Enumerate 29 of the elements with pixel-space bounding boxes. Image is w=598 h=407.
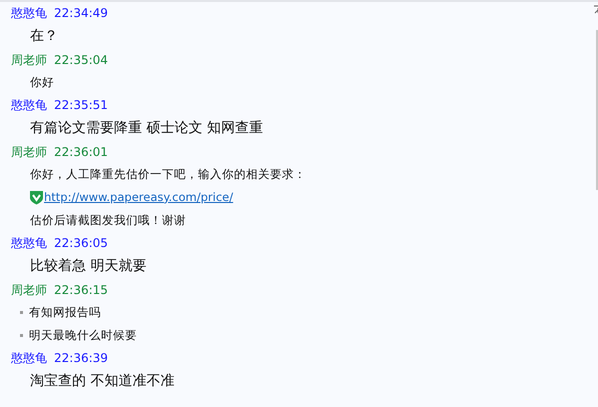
sender-name: 周老师 (11, 282, 47, 299)
message-time: 22:36:15 (54, 282, 108, 299)
message-time: 22:35:04 (54, 52, 108, 69)
message-text: 比较着急 明天就要 (30, 257, 146, 276)
message-time: 22:34:49 (54, 5, 108, 22)
message-text: 明天最晚什么时候要 (29, 326, 137, 344)
scrollbar[interactable] (596, 30, 598, 190)
bullet-icon (20, 334, 23, 337)
message-text: 在？ (30, 27, 58, 46)
sender-name: 憨憨龟 (11, 97, 47, 114)
message-text: 淘宝查的 不知道准不准 (30, 372, 174, 391)
message-text: 估价后请截图发我们哦！谢谢 (30, 212, 186, 229)
message-time: 22:36:05 (54, 235, 108, 252)
bullet-icon (20, 311, 23, 314)
message-text: 你好 (30, 74, 54, 91)
sender-name: 周老师 (11, 52, 47, 69)
sender-name: 憨憨龟 (11, 235, 47, 252)
sender-name: 憨憨龟 (11, 5, 47, 22)
shield-check-icon (29, 190, 44, 205)
message-time: 22:36:01 (54, 144, 108, 161)
expand-icon[interactable] (594, 5, 598, 14)
sender-name: 周老师 (11, 144, 47, 161)
link[interactable]: http://www.papereasy.com/price/ (44, 188, 234, 206)
message-text: 有知网报告吗 (29, 304, 101, 321)
message-text: 你好，人工降重先估价一下吧，输入你的相关要求： (30, 166, 306, 183)
message-time: 22:35:51 (54, 97, 108, 114)
message-time: 22:36:39 (54, 350, 108, 367)
message-text: 有篇论文需要降重 硕士论文 知网查重 (30, 119, 263, 138)
sender-name: 憨憨龟 (11, 350, 47, 367)
